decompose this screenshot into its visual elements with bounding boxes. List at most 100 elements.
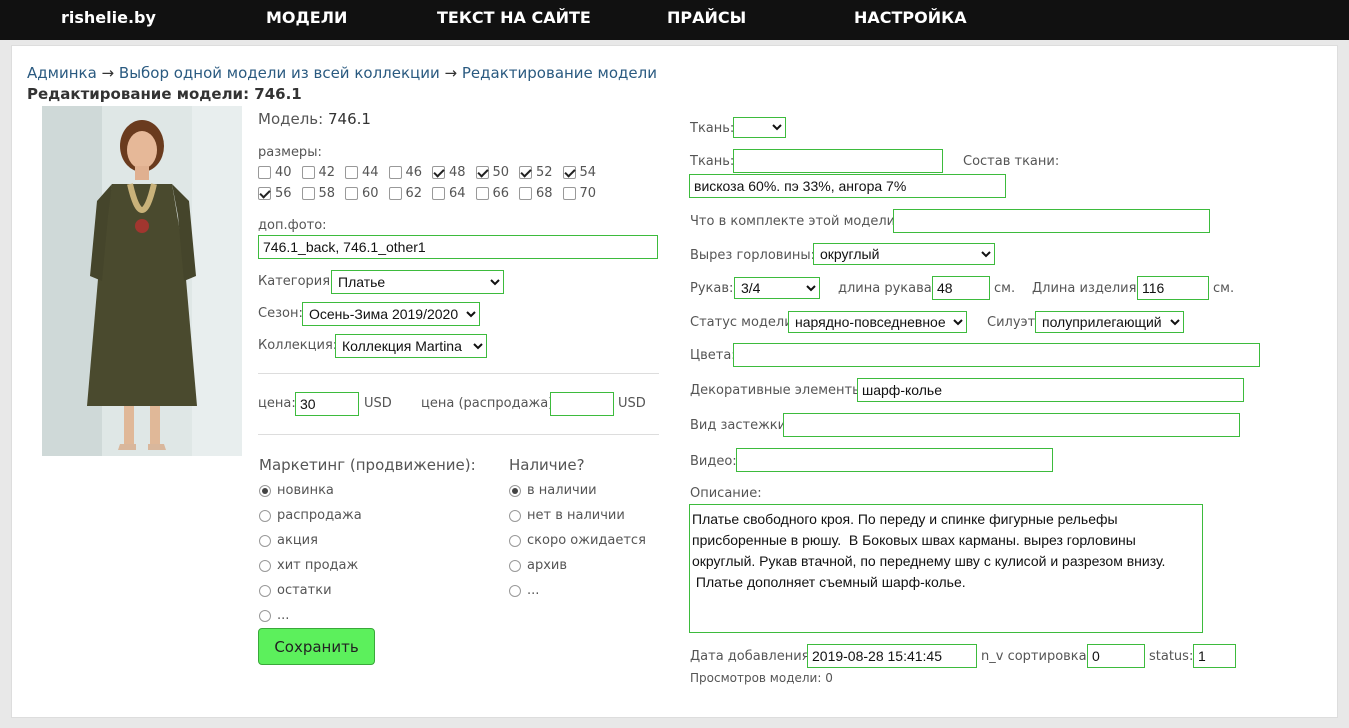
availability-title: Наличие? (509, 456, 585, 474)
nav-models[interactable]: МОДЕЛИ (266, 0, 347, 40)
radio-dot[interactable] (509, 559, 521, 572)
radio-dot[interactable] (509, 509, 521, 522)
divider (258, 434, 659, 435)
checkbox-box[interactable] (519, 166, 532, 179)
video-label: Видео: (690, 454, 737, 469)
silhouette-select[interactable]: полуприлегающий (1035, 311, 1184, 333)
checkbox-box[interactable] (301, 166, 315, 179)
availability-radio-2[interactable]: скоро ожидается (509, 533, 646, 548)
checkbox-box[interactable] (519, 187, 532, 200)
extra-photo-label: доп.фото: (258, 218, 327, 233)
status-num-label: status: (1149, 649, 1194, 664)
checkbox-box[interactable] (475, 187, 489, 200)
checkbox-box[interactable] (258, 166, 271, 179)
breadcrumb-select-model[interactable]: Выбор одной модели из всей коллекции (119, 64, 440, 82)
checkbox-box[interactable] (345, 166, 358, 179)
checkbox-box[interactable] (562, 166, 576, 179)
size-checkbox-40[interactable]: 40 (258, 165, 292, 180)
size-checkbox-50[interactable]: 50 (475, 165, 509, 180)
size-checkbox-60[interactable]: 60 (345, 186, 379, 201)
neckline-select[interactable]: округлый (813, 243, 995, 265)
status-select[interactable]: нарядно-повседневное (788, 311, 967, 333)
item-length-unit: см. (1213, 281, 1235, 296)
sleeve-label: Рукав: (690, 281, 734, 296)
size-checkbox-54[interactable]: 54 (562, 165, 597, 180)
sale-price-label: цена (распродажа): (421, 396, 558, 411)
marketing-radio-1[interactable]: распродажа (259, 508, 362, 523)
radio-dot[interactable] (509, 534, 521, 547)
breadcrumb-edit-model[interactable]: Редактирование модели (462, 64, 657, 82)
size-checkbox-66[interactable]: 66 (475, 186, 509, 201)
size-checkbox-52[interactable]: 52 (519, 165, 553, 180)
radio-dot[interactable] (259, 584, 271, 597)
collection-select[interactable]: Коллекция Martina (335, 334, 487, 358)
composition-input[interactable] (689, 174, 1006, 198)
extra-photo-input[interactable] (258, 235, 658, 259)
size-checkbox-46[interactable]: 46 (388, 165, 422, 180)
radio-dot[interactable] (259, 534, 271, 547)
checkbox-box[interactable] (562, 187, 576, 200)
category-select[interactable]: Платье (331, 270, 504, 294)
nav-site-text[interactable]: ТЕКСТ НА САЙТЕ (437, 0, 591, 40)
checkbox-box[interactable] (432, 166, 445, 179)
sleeve-length-input[interactable] (932, 276, 990, 300)
marketing-radio-5[interactable]: ... (259, 608, 289, 623)
item-length-input[interactable] (1137, 276, 1209, 300)
nav-settings[interactable]: НАСТРОЙКА (854, 0, 967, 40)
sort-input[interactable] (1087, 644, 1145, 668)
checkbox-box[interactable] (388, 187, 402, 200)
fastener-input[interactable] (783, 413, 1240, 437)
marketing-radio-0[interactable]: новинка (259, 483, 334, 498)
availability-radio-4[interactable]: ... (509, 583, 539, 598)
save-button[interactable]: Сохранить (258, 628, 375, 665)
video-input[interactable] (736, 448, 1053, 472)
checkbox-box[interactable] (301, 187, 315, 200)
checkbox-box[interactable] (432, 187, 445, 200)
size-checkbox-70[interactable]: 70 (562, 186, 596, 201)
size-checkbox-64[interactable]: 64 (432, 186, 466, 201)
size-label: 54 (579, 165, 597, 180)
date-added-input[interactable] (807, 644, 977, 668)
date-added-label: Дата добавления: (690, 649, 814, 664)
sale-price-input[interactable] (550, 392, 614, 416)
description-textarea[interactable]: Платье свободного кроя. По переду и спин… (689, 504, 1203, 633)
decor-input[interactable] (857, 378, 1244, 402)
checkbox-box[interactable] (388, 166, 402, 179)
fabric-select[interactable] (733, 117, 786, 138)
availability-radio-0[interactable]: в наличии (509, 483, 597, 498)
collection-label: Коллекция: (258, 338, 338, 353)
radio-dot[interactable] (509, 584, 521, 597)
fabric-text-input[interactable] (733, 149, 943, 173)
size-checkbox-62[interactable]: 62 (388, 186, 422, 201)
sleeve-select[interactable]: 3/4 (734, 277, 820, 299)
size-checkbox-48[interactable]: 48 (432, 165, 466, 180)
status-num-input[interactable] (1193, 644, 1236, 668)
availability-radio-3[interactable]: архив (509, 558, 567, 573)
marketing-radio-2[interactable]: акция (259, 533, 318, 548)
kit-input[interactable] (893, 209, 1210, 233)
colors-input[interactable] (733, 343, 1260, 367)
breadcrumb-admin[interactable]: Админка (27, 64, 97, 82)
marketing-radio-4[interactable]: остатки (259, 583, 332, 598)
size-checkbox-44[interactable]: 44 (345, 165, 379, 180)
size-checkbox-42[interactable]: 42 (301, 165, 335, 180)
size-checkbox-56[interactable]: 56 (258, 186, 292, 201)
checkbox-box[interactable] (258, 187, 271, 200)
silhouette-label: Силуэт: (987, 315, 1040, 330)
availability-radio-1[interactable]: нет в наличии (509, 508, 625, 523)
size-label: 40 (275, 165, 292, 180)
marketing-radio-3[interactable]: хит продаж (259, 558, 358, 573)
size-checkbox-58[interactable]: 58 (301, 186, 335, 201)
season-select[interactable]: Осень-Зима 2019/2020 (302, 302, 480, 326)
radio-dot[interactable] (259, 509, 271, 522)
radio-dot[interactable] (259, 559, 271, 572)
checkbox-box[interactable] (475, 166, 489, 179)
checkbox-box[interactable] (345, 187, 358, 200)
price-input[interactable] (295, 392, 359, 416)
radio-dot[interactable] (259, 484, 271, 497)
brand-link[interactable]: rishelie.by (61, 0, 156, 40)
size-checkbox-68[interactable]: 68 (519, 186, 553, 201)
nav-prices[interactable]: ПРАЙСЫ (667, 0, 746, 40)
radio-dot[interactable] (509, 484, 521, 497)
radio-dot[interactable] (259, 609, 271, 622)
